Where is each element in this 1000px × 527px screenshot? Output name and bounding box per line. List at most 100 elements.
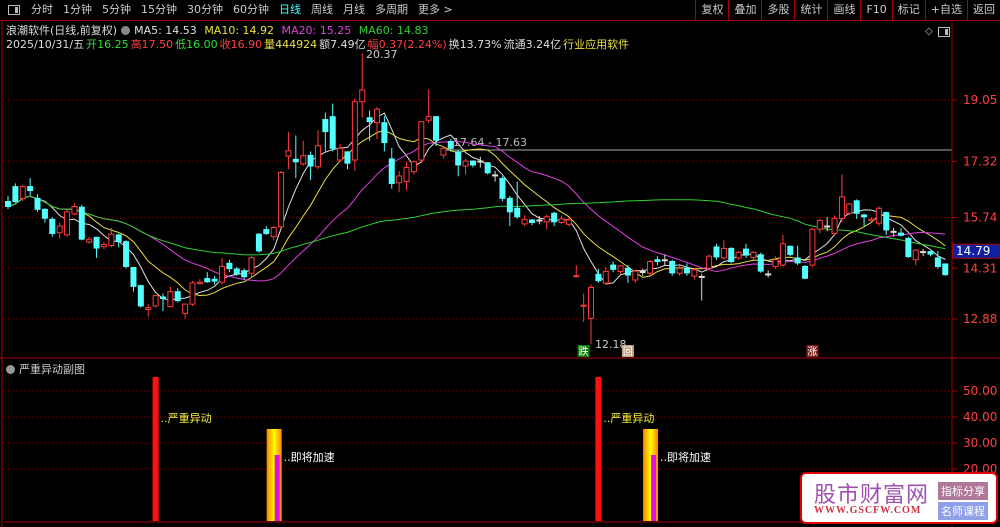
alert-bar [595,376,602,521]
candle [528,218,535,226]
candle-body [757,254,764,272]
indicator-annotation: ..严重异动 [603,411,654,425]
candle [34,194,41,212]
candle [337,144,344,163]
candle [71,202,78,216]
grid-lines: 17.64 - 17.63 [4,99,952,523]
candle-body [137,285,144,307]
tab-10[interactable]: 更多 > [413,0,458,20]
candle [469,160,476,168]
toolbar-button-4[interactable]: 画线 [827,0,860,20]
candle [78,204,85,241]
candle-body [787,245,794,255]
candle [934,250,941,269]
toolbar-button-3[interactable]: 统计 [794,0,827,20]
candle [86,236,93,244]
candle [233,266,240,276]
candle-body [853,200,860,214]
candle-body [64,211,71,236]
candle-body [831,218,838,234]
candle [883,211,890,235]
candle [676,265,683,276]
candle-body [802,265,809,279]
tab-5[interactable]: 60分钟 [228,0,274,20]
toolbar-button-7[interactable]: +自选 [924,0,967,20]
ma60-line [7,195,946,256]
candle-body [226,262,233,270]
watermark-tag-share: 指标分享 [938,482,988,500]
candle [344,151,351,170]
toolbar-button-1[interactable]: 叠加 [728,0,761,20]
candle-body [838,196,845,220]
candle [632,269,639,283]
candle [875,206,882,227]
candle-body [499,177,506,199]
candle-body [418,121,425,161]
tab-0[interactable]: 分时 [26,0,58,20]
candle [159,293,166,312]
min-price-label: 12.18 [595,338,627,351]
tab-9[interactable]: 多周期 [370,0,413,20]
signal-marker-label: 跌 [579,345,589,358]
candle-body [130,267,137,287]
toolbar-button-8[interactable]: 返回 [967,0,1000,20]
candle-body [410,161,417,173]
candle-body [669,261,676,274]
tab-4[interactable]: 30分钟 [182,0,228,20]
candle [307,151,314,180]
candle-body [381,122,388,144]
candle-body [86,238,93,243]
candle-body [868,218,875,222]
toolbar-button-5[interactable]: F10 [860,0,891,20]
diamond-icon[interactable]: ◇ [925,26,933,37]
candle [617,265,624,274]
quote-turnover: 换13.73% [448,38,502,51]
toolbar-button-0[interactable]: 复权 [695,0,728,20]
quote-open: 开16.25 [86,38,129,51]
candle [506,195,513,227]
toolbar-button-2[interactable]: 多股 [761,0,794,20]
candle-body [440,147,447,156]
tab-1[interactable]: 1分钟 [58,0,97,20]
indicator-annotation: ..严重异动 [161,411,212,425]
tab-8[interactable]: 月线 [338,0,370,20]
candle [351,98,358,171]
candle [137,284,144,308]
tab-7[interactable]: 周线 [306,0,338,20]
candle-body [27,186,34,192]
candle [543,214,550,230]
candle-body [551,212,558,223]
quote-industry[interactable]: 行业应用软件 [563,38,629,51]
candle-body [123,241,130,267]
tab-6[interactable]: 日线 [274,0,306,20]
candle-body [329,116,336,149]
candle [691,268,698,280]
candle-body [49,218,56,234]
candle [278,171,285,228]
indicator-title[interactable]: 严重异动副图 [6,361,85,377]
candle [418,121,425,163]
tab-2[interactable]: 5分钟 [97,0,136,20]
candle-body [883,212,890,231]
candle-body [344,151,351,164]
candle [920,249,927,257]
candle-body [351,101,358,161]
kline-chart[interactable]: 17.64 - 17.63 20.3712.18跌回涨 ..严重异动 ..严重异动… [0,0,1000,527]
chevron-down-icon[interactable] [6,365,15,374]
chevron-down-icon[interactable] [121,26,131,35]
candle [861,213,868,227]
candle-body [152,295,159,307]
candle [410,160,417,175]
sidebar-toggle-icon[interactable] [8,5,20,15]
candle-body [433,116,440,141]
toolbar-button-6[interactable]: 标记 [891,0,925,20]
price-axis: 19.05 17.32 15.74 14.31 12.88 50.00 40.00 30.00… [952,93,1000,476]
candle [838,174,845,223]
watermark: 股市财富网 WWW.GSCFW.COM 指标分享 名师课程 [800,472,998,524]
panel-toggle-icon[interactable] [938,27,950,37]
tab-3[interactable]: 15分钟 [136,0,182,20]
candle [440,146,447,159]
candle [853,199,860,219]
candle-body [233,268,240,275]
candle [462,158,469,175]
